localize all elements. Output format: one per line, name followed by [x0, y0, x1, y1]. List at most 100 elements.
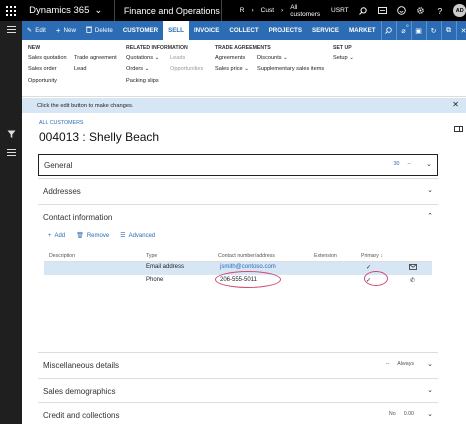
- supplementary-sales-items-button[interactable]: Supplementary sales items: [257, 66, 324, 72]
- phone-icon[interactable]: ✆: [410, 277, 415, 284]
- edit-button[interactable]: ✎ Edit: [22, 21, 51, 40]
- column-header-extension[interactable]: Extension: [314, 253, 337, 259]
- packing-slips-button[interactable]: Packing slips: [126, 78, 159, 84]
- lead-button[interactable]: Lead: [74, 66, 117, 72]
- column-header-contact[interactable]: Contact number/address: [218, 253, 275, 259]
- close-icon[interactable]: ✕: [455, 21, 466, 40]
- company-picker[interactable]: USRT: [326, 7, 353, 14]
- email-icon[interactable]: [409, 264, 417, 272]
- action-pane: ✎ Edit + New Delete CUSTOMER SELL INVOIC…: [22, 21, 466, 40]
- fasttab-miscellaneous-details[interactable]: Miscellaneous details -- Always ⌄: [38, 352, 438, 378]
- quotations-menu[interactable]: Quotations ⌄: [126, 55, 159, 61]
- chevron-down-icon: ⌄: [244, 66, 249, 73]
- discounts-label: Discounts: [257, 55, 282, 61]
- advanced-button[interactable]: ☰ Advanced: [120, 232, 155, 240]
- fasttab-summary: -- Always: [386, 361, 414, 367]
- help-icon[interactable]: ?: [430, 0, 449, 21]
- summary-value: No: [388, 411, 396, 417]
- popout-icon[interactable]: ⧉: [440, 21, 456, 40]
- tab-sell[interactable]: SELL: [163, 21, 189, 40]
- trash-icon: [85, 26, 92, 35]
- all-customers-link[interactable]: ALL CUSTOMERS: [39, 120, 83, 126]
- fasttab-addresses[interactable]: Addresses ⌄: [38, 178, 438, 204]
- ribbon-column: Agreements Sales price ⌄: [215, 55, 249, 72]
- column-header-primary[interactable]: Primary ↓: [361, 253, 383, 259]
- fasttab-header[interactable]: Contact information ⌃: [38, 205, 438, 229]
- smiley-icon[interactable]: [392, 0, 411, 21]
- attachment-icon[interactable]: ⌀ 0: [395, 21, 411, 40]
- brand-menu[interactable]: Dynamics 365 ⌄: [21, 5, 114, 16]
- summary-value: 0.00: [403, 411, 414, 417]
- tab-collect[interactable]: COLLECT: [224, 21, 263, 40]
- ribbon-column: Sales quotation Sales order Opportunity: [28, 55, 67, 84]
- trade-agreement-button[interactable]: Trade agreement: [74, 55, 117, 61]
- search-icon[interactable]: [353, 0, 372, 21]
- tab-service[interactable]: SERVICE: [307, 21, 344, 40]
- delete-button[interactable]: Delete: [81, 21, 118, 40]
- cell-contact-email[interactable]: jsmith@contoso.com: [220, 264, 276, 270]
- factbox-icon[interactable]: [454, 126, 463, 134]
- breadcrumb-all-customers[interactable]: All customers: [290, 4, 326, 18]
- column-header-description[interactable]: Description: [49, 253, 75, 259]
- chevron-right-icon: ›: [281, 7, 284, 14]
- sort-arrow-icon: ↓: [380, 253, 383, 259]
- app-launcher-icon[interactable]: [0, 0, 21, 21]
- message-bar: Click the edit button to make changes. ✕: [22, 98, 466, 113]
- tab-customer[interactable]: CUSTOMER: [118, 21, 163, 40]
- fasttab-header[interactable]: Sales demographics ⌄: [38, 379, 438, 403]
- breadcrumb-r[interactable]: R: [240, 7, 245, 14]
- ribbon-group-header: SET UP: [333, 45, 352, 51]
- search-icon[interactable]: [380, 21, 396, 40]
- gear-icon[interactable]: [411, 0, 430, 21]
- breadcrumb-cust[interactable]: Cust: [261, 7, 274, 14]
- fasttab-sales-demographics[interactable]: Sales demographics ⌄: [38, 378, 438, 402]
- filter-icon[interactable]: [6, 130, 16, 141]
- fasttab-title: Addresses: [43, 186, 81, 196]
- agreements-button[interactable]: Agreements: [215, 55, 249, 61]
- sales-price-label: Sales price: [215, 66, 243, 73]
- fasttab-credit-and-collections[interactable]: Credit and collections No 0.00 ⌄: [38, 402, 438, 424]
- fasttab-header[interactable]: General 30 -- ⌄: [39, 155, 437, 175]
- sales-order-button[interactable]: Sales order: [28, 66, 67, 72]
- ribbon-column: Trade agreement Lead: [74, 55, 117, 72]
- sales-price-menu[interactable]: Sales price ⌄: [215, 66, 249, 72]
- list-icon: ☰: [120, 233, 126, 239]
- tab-invoice[interactable]: INVOICE: [189, 21, 224, 40]
- column-header-type[interactable]: Type: [146, 253, 157, 259]
- new-button[interactable]: + New: [51, 21, 81, 40]
- fasttab-general[interactable]: General 30 -- ⌄: [38, 154, 438, 176]
- close-icon[interactable]: ✕: [452, 100, 459, 109]
- trash-icon: 🗑: [76, 233, 84, 239]
- office-icon[interactable]: ▣: [410, 21, 426, 40]
- ribbon-column: Leads Opportunities: [170, 55, 203, 72]
- fasttab-header[interactable]: Miscellaneous details -- Always ⌄: [38, 353, 438, 377]
- quotations-label: Quotations: [126, 55, 154, 61]
- sales-quotation-button[interactable]: Sales quotation: [28, 55, 67, 61]
- leads-button: Leads: [170, 55, 186, 61]
- hamburger-icon[interactable]: [6, 26, 16, 35]
- tab-projects[interactable]: PROJECTS: [264, 21, 307, 40]
- cell-type: Phone: [146, 277, 164, 283]
- refresh-icon[interactable]: ↻: [425, 21, 441, 40]
- tab-market[interactable]: MARKET: [344, 21, 380, 40]
- message-icon[interactable]: [373, 0, 392, 21]
- edit-label: Edit: [35, 27, 46, 34]
- summary-value: Always: [397, 361, 414, 367]
- primary-check-icon: ✓: [366, 265, 372, 271]
- paperclip-icon: ⌀: [401, 27, 406, 35]
- list-icon[interactable]: [6, 149, 16, 158]
- discounts-menu[interactable]: Discounts ⌄: [257, 55, 324, 61]
- remove-button[interactable]: 🗑 Remove: [76, 232, 109, 240]
- fasttab-header[interactable]: Addresses ⌄: [38, 179, 438, 203]
- summary-value: 30: [393, 161, 400, 167]
- add-button[interactable]: + Add: [48, 232, 65, 239]
- orders-menu[interactable]: Orders ⌄: [126, 66, 159, 72]
- breadcrumb: R › Cust › All customers: [222, 4, 327, 18]
- fasttab-header[interactable]: Credit and collections No 0.00 ⌄: [38, 403, 438, 424]
- setup-menu[interactable]: Setup ⌄: [333, 55, 354, 61]
- notification-badge: 0: [406, 23, 409, 28]
- avatar[interactable]: AD: [453, 4, 466, 17]
- plus-icon: +: [55, 26, 61, 35]
- opportunity-button[interactable]: Opportunity: [28, 78, 67, 84]
- module-name[interactable]: Finance and Operations: [115, 6, 221, 16]
